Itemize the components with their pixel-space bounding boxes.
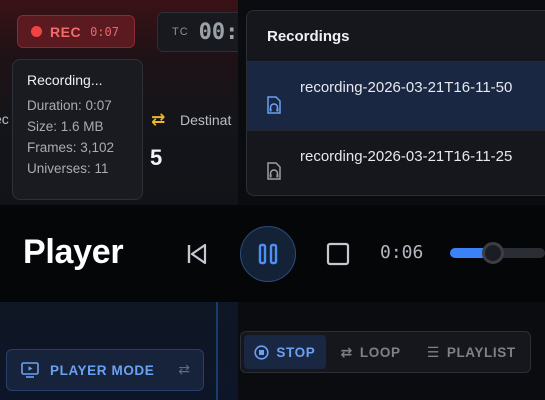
play-mode-loop-label: LOOP [359,344,401,360]
swap-icon: ⇄ [178,361,190,377]
recorder-panel: REC 0:07 TC 00: ec ⇄ Destinat 5 Recordin… [0,0,238,400]
timecode-display: TC 00: [157,12,238,52]
stop-button[interactable] [326,242,350,266]
stop-circle-icon [254,344,269,360]
list-icon: ☰ [426,343,440,360]
pause-icon [258,243,278,265]
tooltip-title: Recording... [27,72,103,88]
swap-arrows-icon: ⇄ [151,110,166,129]
recording-name: recording-2026-03-21T16-11-50 [300,79,513,96]
skip-back-button[interactable] [184,241,210,267]
recording-item[interactable]: recording-2026-03-21T16-11-25 [247,130,545,195]
pause-button[interactable] [240,226,296,282]
player-title: Player [23,233,124,271]
tooltip-size: Size: 1.6 MB [27,119,104,134]
play-mode-playlist-button[interactable]: ☰ PLAYLIST [415,335,527,369]
destinations-value: 5 [150,145,163,170]
recordings-header: Recordings [267,28,350,45]
timecode-value: 00: [198,19,238,45]
player-bar: Player 0:06 [0,205,545,302]
recording-name: recording-2026-03-21T16-11-25 [300,148,513,165]
recordings-dropdown: Recordings recording-2026-03-21T16-11-50… [246,10,545,196]
tooltip-duration: Duration: 0:07 [27,98,112,113]
timecode-label: TC [172,26,189,38]
destinations-label: Destinat [180,112,232,128]
tooltip-universes: Universes: 11 [27,161,109,176]
left-bottom-divider [216,300,218,400]
play-mode-stop-label: STOP [276,344,316,360]
tooltip-frames: Frames: 3,102 [27,140,115,155]
playback-time: 0:06 [380,242,424,263]
record-dot-icon [31,26,42,37]
rec-status-chip[interactable]: REC 0:07 [17,15,135,48]
rec-elapsed-time: 0:07 [90,24,119,39]
play-mode-playlist-label: PLAYLIST [446,344,516,360]
loop-icon: ⇄ [340,343,353,360]
play-mode-loop-button[interactable]: ⇄ LOOP [329,335,413,369]
rec-label: REC [50,23,82,40]
player-mode-label: PLAYER MODE [50,362,155,378]
player-mode-button[interactable]: PLAYER MODE ⇄ [6,349,204,391]
play-mode-stop-button[interactable]: STOP [244,335,326,369]
stop-icon [326,242,350,266]
recording-tooltip: Recording... Duration: 0:07 Size: 1.6 MB… [12,59,143,200]
audio-file-icon [267,162,281,180]
progress-handle[interactable] [481,242,504,264]
recording-item-selected[interactable]: recording-2026-03-21T16-11-50 [247,62,545,130]
audio-file-icon [267,96,281,114]
stat-label-clipped: ec [0,111,9,127]
monitor-play-icon [21,362,39,378]
play-mode-selector: STOP ⇄ LOOP ☰ PLAYLIST [240,331,531,373]
